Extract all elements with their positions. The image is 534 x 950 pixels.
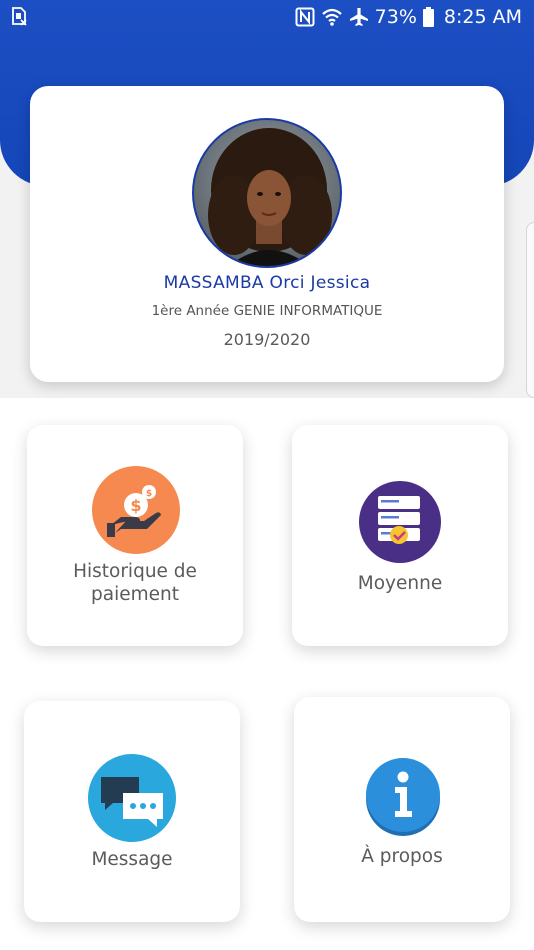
message-tile[interactable]: Message (24, 701, 240, 922)
status-bar: 73% 8:25 AM (0, 0, 534, 36)
battery-percent: 73% (374, 6, 417, 28)
payment-history-tile[interactable]: $ $ Historique de paiement (27, 425, 243, 646)
clock: 8:25 AM (443, 6, 522, 28)
message-label: Message (91, 849, 173, 870)
about-tile[interactable]: À propos (294, 697, 510, 922)
edge-panel-handle[interactable] (526, 222, 534, 398)
about-label: À propos (361, 846, 443, 867)
grades-tile[interactable]: Moyenne (292, 425, 508, 646)
academic-year: 2019/2020 (223, 330, 311, 349)
nfc-icon (295, 7, 315, 27)
sim-alert-icon (10, 7, 28, 32)
avatar[interactable] (192, 118, 342, 268)
airplane-icon (349, 7, 369, 27)
battery-icon (422, 7, 434, 27)
student-program: 1ère Année GENIE INFORMATIQUE (151, 303, 383, 319)
chat-bubbles-icon (87, 753, 177, 847)
payment-history-label: Historique de paiement (73, 561, 197, 605)
grades-list-icon (358, 480, 442, 568)
grades-label: Moyenne (357, 573, 443, 594)
money-hand-icon: $ $ (91, 465, 181, 559)
wifi-icon (321, 7, 343, 27)
svg-text:$: $ (146, 489, 152, 499)
student-name: MASSAMBA Orci Jessica (163, 273, 371, 293)
profile-card: MASSAMBA Orci Jessica 1ère Année GENIE I… (30, 86, 504, 382)
info-icon (364, 757, 442, 841)
svg-text:$: $ (130, 496, 141, 515)
